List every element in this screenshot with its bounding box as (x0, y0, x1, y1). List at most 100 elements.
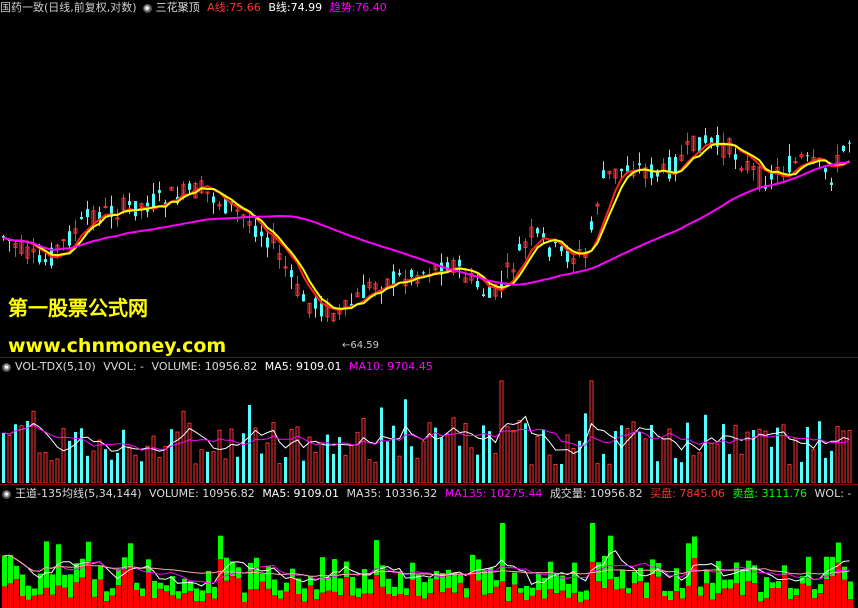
volume-bar (793, 437, 798, 483)
candle-body (488, 287, 491, 298)
buy-bar (788, 599, 793, 608)
buy-bar (110, 595, 115, 608)
buy-bar (74, 582, 79, 608)
candle-body (548, 247, 551, 257)
candle-body (80, 216, 83, 219)
candle-body (422, 272, 425, 274)
buy-bar (356, 597, 361, 608)
buy-bar (650, 574, 655, 608)
volume-bar (7, 434, 12, 483)
volume-header: ◉ VOL-TDX(5,10) VVOL: - VOLUME: 10956.82 … (0, 359, 437, 375)
sell-bar (620, 569, 625, 589)
candle-body (674, 157, 677, 173)
vol-indicator-name[interactable]: VOL-TDX(5,10) (15, 360, 96, 373)
candle-body (290, 270, 293, 278)
candle-body (482, 294, 485, 296)
wd-buy: 买盘: 7845.06 (650, 487, 725, 500)
sell-bar (338, 578, 343, 596)
candle-body (518, 243, 521, 251)
candle-body (44, 259, 47, 263)
sell-bar (278, 590, 283, 599)
candle-body (710, 137, 713, 143)
volume-bar (691, 455, 696, 483)
candle-body (842, 145, 845, 152)
sell-bar (422, 582, 427, 599)
buy-bar (566, 597, 571, 608)
sell-bar (176, 591, 181, 599)
buy-bar (476, 580, 481, 608)
wangdao-panel[interactable]: ◉ 王道-135均线(5,34,144) VOLUME: 10956.82 MA5… (0, 486, 858, 608)
candle-body (554, 241, 557, 244)
sell-bar (458, 574, 463, 583)
volume-bar (638, 431, 641, 483)
volume-bar (824, 457, 827, 483)
volume-bar (722, 424, 725, 483)
volume-bar (55, 458, 60, 483)
buy-bar (116, 585, 121, 608)
price-panel[interactable]: 国药一致(日线,前复权,对数) ◉ 三花聚顶 A线:75.66 B线:74.99 趋… (0, 0, 858, 357)
buy-bar (500, 581, 505, 608)
sell-bar (836, 542, 841, 563)
buy-bar (638, 581, 643, 608)
buy-bar (290, 577, 295, 608)
sell-bar (428, 578, 433, 594)
sell-bar (272, 579, 277, 596)
buy-bar (764, 598, 769, 608)
sell-bar (548, 561, 553, 590)
buy-bar (644, 598, 649, 608)
candle-body (824, 168, 827, 173)
volume-bar (620, 425, 623, 483)
volume-bar (800, 461, 803, 483)
divider[interactable] (0, 357, 858, 358)
candle-body (602, 170, 605, 178)
volume-bar (818, 421, 821, 483)
buy-bar (86, 561, 91, 608)
volume-bar (397, 455, 402, 483)
volume-bar (355, 431, 360, 483)
volume-bar (704, 414, 707, 483)
wd-sell: 卖盘: 3111.76 (732, 487, 808, 500)
indicator-toggle-icon[interactable]: ◉ (2, 489, 11, 499)
volume-bar (440, 437, 443, 483)
sell-bar (290, 568, 295, 578)
buy-bar (836, 562, 841, 608)
volume-bar (709, 442, 714, 483)
divider[interactable] (0, 484, 858, 485)
sell-bar (98, 565, 103, 580)
buy-bar (542, 598, 547, 608)
volume-bar (643, 438, 648, 483)
candle-body (320, 303, 323, 317)
wd-indicator-name[interactable]: 王道-135均线(5,34,144) (15, 487, 142, 500)
sell-bar (104, 591, 109, 602)
candle-body (830, 182, 833, 185)
candle-body (38, 255, 41, 263)
buy-bar (176, 598, 181, 608)
sell-bar (614, 576, 619, 590)
indicator-name[interactable]: 三花聚顶 (156, 1, 200, 14)
buy-bar (38, 594, 43, 608)
sell-bar (554, 573, 559, 594)
volume-panel[interactable]: ◉ VOL-TDX(5,10) VVOL: - VOLUME: 10956.82 … (0, 359, 858, 483)
buy-bar (104, 601, 109, 608)
buy-bar (410, 579, 415, 608)
volume-bar (602, 453, 605, 483)
buy-bar (554, 593, 559, 608)
wangdao-volume-chart[interactable] (0, 486, 858, 608)
sell-bar (506, 586, 511, 602)
sell-bar (164, 585, 169, 592)
sell-bar (662, 590, 667, 597)
sell-bar (818, 584, 823, 594)
buy-bar (698, 595, 703, 608)
indicator-toggle-icon[interactable]: ◉ (2, 362, 11, 372)
sell-bar (398, 571, 403, 595)
sell-bar (182, 578, 187, 594)
candle-body (620, 168, 623, 172)
buy-bar (26, 599, 31, 608)
indicator-toggle-icon[interactable]: ◉ (142, 3, 152, 13)
sell-bar (92, 579, 97, 597)
sell-bar (62, 574, 67, 588)
watermark-url[interactable]: www.chnmoney.com (8, 335, 226, 357)
volume-chart[interactable] (0, 359, 858, 483)
volume-bar (787, 464, 792, 483)
volume-bar (37, 452, 42, 483)
